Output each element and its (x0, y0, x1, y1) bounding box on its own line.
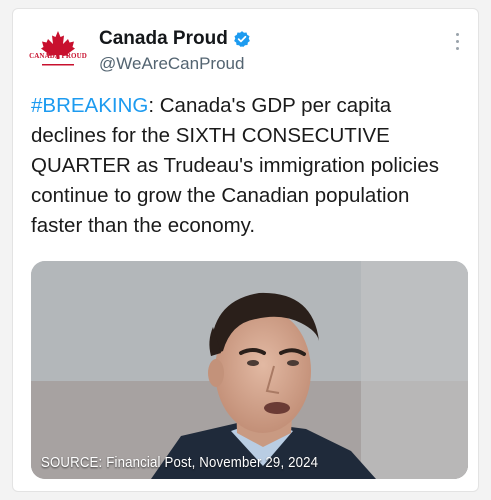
verified-badge-icon (233, 30, 251, 48)
account-handle[interactable]: @WeAreCanProud (99, 54, 244, 74)
name-row: Canada Proud (99, 27, 251, 51)
more-options-icon[interactable] (454, 33, 460, 53)
display-name[interactable]: Canada Proud (99, 28, 228, 50)
photo-illustration (31, 261, 468, 479)
tweet-card[interactable]: CANADA PROUD Canada Proud @WeAreCanProud… (12, 8, 479, 492)
tweet-text: #BREAKING: Canada's GDP per capita decli… (31, 91, 461, 241)
tweet-image[interactable]: SOURCE: Financial Post, November 29, 202… (31, 261, 468, 479)
avatar-logo-text: CANADA PROUD (29, 52, 87, 60)
account-avatar[interactable]: CANADA PROUD (29, 25, 87, 83)
image-source-caption: SOURCE: Financial Post, November 29, 202… (41, 454, 319, 471)
hashtag-link[interactable]: #BREAKING (31, 94, 148, 117)
